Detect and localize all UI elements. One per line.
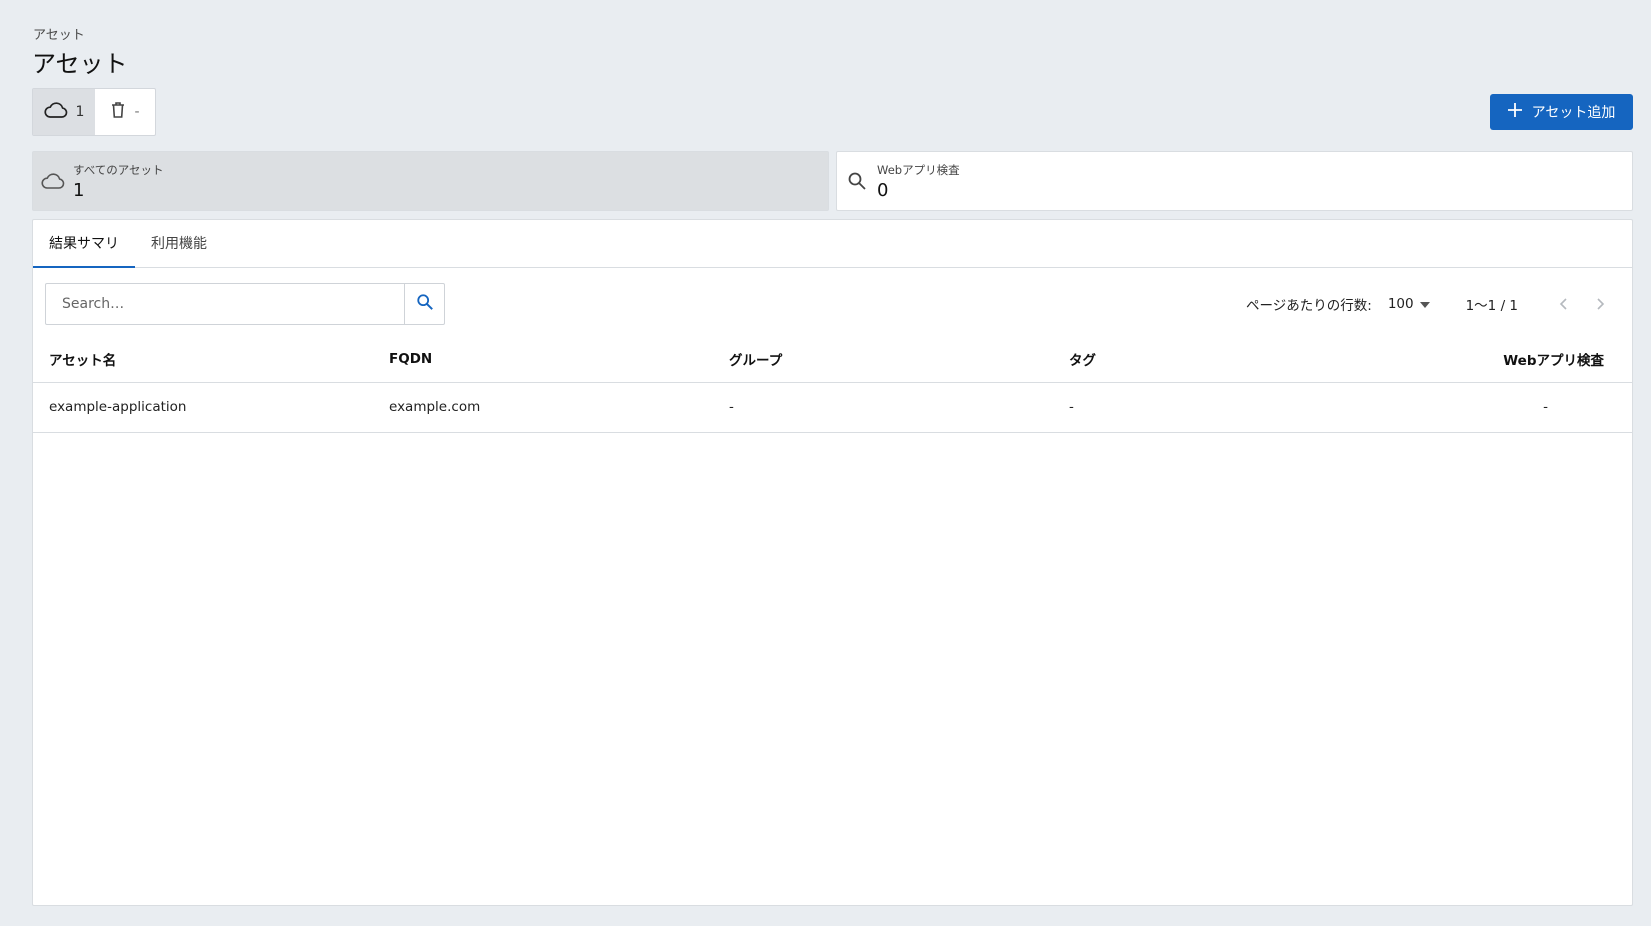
add-asset-label: アセット追加: [1531, 105, 1616, 121]
pagination: ページあたりの行数: 100 1〜1 / 1: [1246, 283, 1620, 325]
fqdn-cell: example.com: [373, 382, 713, 433]
web-app-scan-cell: -: [1393, 382, 1632, 433]
tab-bar: 結果サマリ 利用機能: [33, 220, 1632, 268]
asset-name-cell[interactable]: example-application: [33, 382, 373, 433]
page-range: 1〜1 / 1: [1465, 298, 1518, 314]
add-asset-button[interactable]: アセット追加: [1490, 94, 1633, 130]
assets-table: アセット名 FQDN グループ タグ Webアプリ検査 example-appl…: [33, 336, 1632, 433]
all-assets-value: 1: [73, 179, 85, 201]
cloud-icon: [33, 172, 73, 190]
chevron-left-icon[interactable]: [1544, 298, 1582, 310]
deleted-assets-toggle[interactable]: -: [95, 89, 155, 135]
table-header-row: アセット名 FQDN グループ タグ Webアプリ検査: [33, 336, 1632, 383]
tab-result-summary[interactable]: 結果サマリ: [33, 220, 135, 268]
column-header[interactable]: アセット名: [33, 336, 373, 383]
trash-icon: [110, 101, 126, 123]
web-app-scan-value: 0: [877, 179, 889, 201]
deleted-assets-count: -: [134, 104, 140, 120]
chevron-right-icon[interactable]: [1582, 298, 1620, 310]
rows-per-page-select[interactable]: 100: [1388, 296, 1430, 312]
results-panel: 結果サマリ 利用機能 ページあたりの行数: 100 1〜1 / 1: [32, 219, 1633, 906]
cloud-icon: [43, 101, 68, 123]
rows-per-page-label: ページあたりの行数:: [1246, 298, 1372, 314]
web-app-scan-card[interactable]: Webアプリ検査 0: [836, 151, 1633, 211]
search-icon: [416, 293, 434, 315]
column-header[interactable]: Webアプリ検査: [1393, 336, 1632, 383]
active-assets-count: 1: [75, 104, 85, 120]
search-button[interactable]: [404, 284, 444, 324]
asset-state-toggle: 1 -: [32, 88, 156, 136]
table-row[interactable]: example-application example.com - - -: [33, 382, 1632, 433]
active-assets-toggle[interactable]: 1: [33, 89, 95, 135]
plus-icon: [1507, 103, 1522, 121]
tag-cell: -: [1053, 382, 1393, 433]
caret-down-icon: [1419, 296, 1430, 312]
breadcrumb: アセット: [33, 28, 85, 43]
column-header[interactable]: タグ: [1053, 336, 1393, 383]
search-box: [45, 283, 445, 325]
all-assets-label: すべてのアセット: [73, 162, 164, 177]
column-header[interactable]: グループ: [713, 336, 1053, 383]
group-cell: -: [713, 382, 1053, 433]
search-icon: [837, 171, 877, 191]
rows-per-page-value: 100: [1387, 296, 1414, 312]
all-assets-card[interactable]: すべてのアセット 1: [32, 151, 829, 211]
tab-features[interactable]: 利用機能: [135, 220, 223, 268]
column-header[interactable]: FQDN: [373, 336, 713, 383]
page-title: アセット: [32, 50, 128, 78]
web-app-scan-label: Webアプリ検査: [877, 162, 960, 177]
search-input[interactable]: [46, 284, 404, 324]
